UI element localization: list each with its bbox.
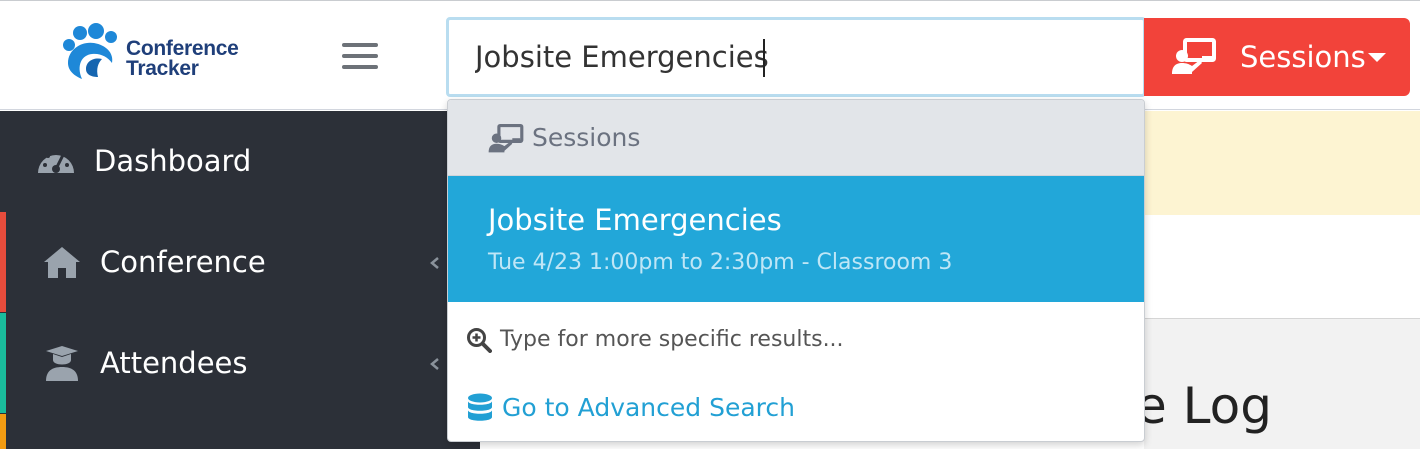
logo-text: Conference Tracker <box>126 37 239 80</box>
logo-people-icon <box>63 23 117 79</box>
hamburger-bar <box>342 43 378 47</box>
sidebar-accent-bar <box>0 313 6 413</box>
sidebar-item-attendees[interactable]: Attendees <box>0 313 480 413</box>
sessions-dropdown-button[interactable]: Sessions <box>1144 18 1410 96</box>
advanced-search-label: Go to Advanced Search <box>502 393 795 422</box>
sidebar-item-dashboard[interactable]: Dashboard <box>0 111 480 211</box>
hint-text: Type for more specific results... <box>500 327 844 352</box>
page-title: e Log <box>1136 377 1272 435</box>
graduate-icon <box>46 346 78 381</box>
chevron-left-icon <box>430 358 439 370</box>
result-detail: Tue 4/23 1:00pm to 2:30pm - Classroom 3 <box>488 250 953 275</box>
sidebar-item-label: Dashboard <box>94 144 252 178</box>
logo-line-1: Conference <box>126 37 239 60</box>
sidebar: Dashboard Conference Attendees <box>0 111 480 449</box>
presentation-icon <box>1172 38 1216 74</box>
app-logo[interactable]: Conference Tracker <box>60 23 260 85</box>
section-label: Sessions <box>532 123 641 152</box>
top-header: Conference Tracker Sessions <box>0 0 1420 110</box>
sidebar-accent-bar <box>0 414 6 449</box>
search-result-item[interactable]: Jobsite Emergencies Tue 4/23 1:00pm to 2… <box>448 176 1144 302</box>
chevron-left-icon <box>430 257 439 269</box>
sidebar-item-conference[interactable]: Conference <box>0 212 480 312</box>
sessions-button-label: Sessions <box>1240 40 1366 74</box>
dashboard-gauge-icon <box>38 150 74 173</box>
sidebar-toggle-button[interactable] <box>340 39 380 73</box>
sidebar-item-label: Attendees <box>100 346 248 380</box>
search-results-dropdown: Sessions Jobsite Emergencies Tue 4/23 1:… <box>447 99 1145 442</box>
presentation-icon <box>488 124 524 153</box>
hamburger-bar <box>342 65 378 69</box>
logo-line-2: Tracker <box>126 57 199 80</box>
sidebar-item-next[interactable] <box>0 414 480 449</box>
sidebar-item-label: Conference <box>100 245 266 279</box>
home-icon <box>44 247 80 278</box>
text-caret <box>763 39 765 77</box>
results-section-header: Sessions <box>448 100 1144 176</box>
result-title: Jobsite Emergencies <box>488 203 782 237</box>
global-search-input[interactable] <box>446 17 1146 97</box>
caret-down-icon <box>1368 53 1386 62</box>
hamburger-bar <box>342 54 378 58</box>
sidebar-accent-bar <box>0 212 6 312</box>
alert-banner <box>1144 111 1420 215</box>
database-icon <box>468 393 492 421</box>
zoom-in-icon <box>467 328 492 353</box>
